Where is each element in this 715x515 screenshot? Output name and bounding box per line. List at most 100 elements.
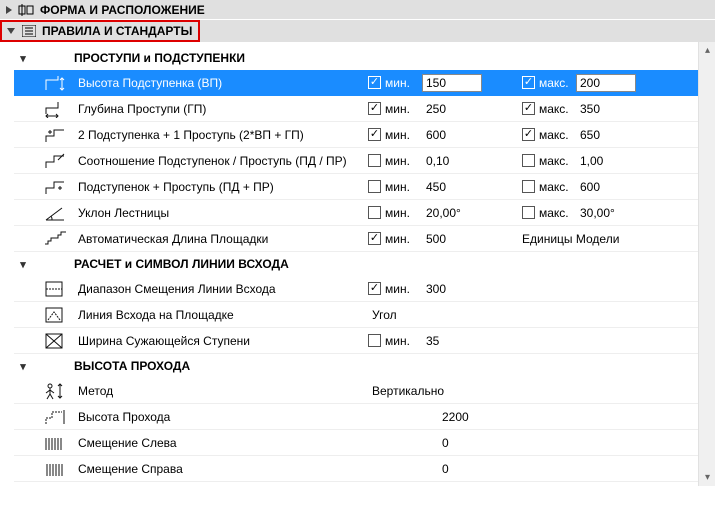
chevron-down-icon (6, 26, 16, 36)
group-title: ПРОСТУПИ и ПОДСТУПЕНКИ (74, 51, 245, 65)
max-label: макс. (539, 102, 569, 116)
max-label: макс. (539, 128, 569, 142)
row-method[interactable]: Метод Вертикально (14, 378, 705, 404)
row-r-plus-g[interactable]: Подступенок + Проступь (ПД + ПР) мин. 45… (14, 174, 705, 200)
row-headroom-height[interactable]: Высота Прохода 2200 (14, 404, 705, 430)
row-2r-plus-g[interactable]: 2 Подступенка + 1 Проступь (2*ВП + ГП) м… (14, 122, 705, 148)
method-icon (42, 381, 70, 401)
row-tread-depth[interactable]: Глубина Проступи (ГП) мин. 250 макс. 350 (14, 96, 705, 122)
row-value: Угол (368, 308, 498, 322)
chevron-down-icon: ▾ (14, 258, 32, 271)
formula2-icon (42, 177, 70, 197)
section-title: ФОРМА И РАСПОЛОЖЕНИЕ (40, 3, 205, 17)
min-checkbox[interactable] (368, 282, 381, 295)
row-winder-width[interactable]: Ширина Сужающейся Ступени мин. 35 (14, 328, 705, 354)
scrollbar[interactable]: ▴ ▾ (698, 42, 715, 486)
min-checkbox[interactable] (368, 206, 381, 219)
walking-icon (42, 279, 70, 299)
min-checkbox[interactable] (368, 102, 381, 115)
row-riser-height[interactable]: Высота Подступенка (ВП) мин. макс. (14, 70, 705, 96)
walking2-icon (42, 305, 70, 325)
min-label: мин. (385, 334, 410, 348)
list-icon (20, 24, 38, 38)
min-value: 20,00° (422, 206, 502, 220)
max-value: 600 (576, 180, 656, 194)
min-input[interactable] (422, 74, 482, 92)
row-label: Высота Прохода (78, 410, 368, 424)
row-value: 0 (422, 462, 502, 476)
group-title: РАСЧЕТ и СИМВОЛ ЛИНИИ ВСХОДА (74, 257, 289, 271)
row-label: Линия Всхода на Площадке (78, 308, 368, 322)
max-checkbox[interactable] (522, 102, 535, 115)
min-value: 0,10 (422, 154, 502, 168)
row-label: Автоматическая Длина Площадки (78, 232, 368, 246)
row-auto-landing[interactable]: Автоматическая Длина Площадки мин. 500 Е… (14, 226, 705, 252)
row-label: Ширина Сужающейся Ступени (78, 334, 368, 348)
min-checkbox[interactable] (368, 232, 381, 245)
scroll-up-icon[interactable]: ▴ (699, 42, 715, 59)
min-label: мин. (385, 282, 410, 296)
row-label: Смещение Слева (78, 436, 368, 450)
chevron-down-icon: ▾ (14, 52, 32, 65)
max-input[interactable] (576, 74, 636, 92)
max-checkbox[interactable] (522, 76, 535, 89)
min-value: 450 (422, 180, 502, 194)
section-rules-standards[interactable]: ПРАВИЛА И СТАНДАРТЫ (0, 20, 200, 42)
max-checkbox[interactable] (522, 180, 535, 193)
row-stair-slope[interactable]: Уклон Лестницы мин. 20,00° макс. 30,00° (14, 200, 705, 226)
group-steps[interactable]: ▾ ПРОСТУПИ и ПОДСТУПЕНКИ (14, 46, 705, 70)
row-ratio[interactable]: Соотношение Подступенок / Проступь (ПД /… (14, 148, 705, 174)
row-label: Уклон Лестницы (78, 206, 368, 220)
min-checkbox[interactable] (368, 76, 381, 89)
group-walking-line[interactable]: ▾ РАСЧЕТ и СИМВОЛ ЛИНИИ ВСХОДА (14, 252, 705, 276)
row-left-offset[interactable]: Смещение Слева 0 (14, 430, 705, 456)
min-label: мин. (385, 128, 410, 142)
group-title: ВЫСОТА ПРОХОДА (74, 359, 190, 373)
group-headroom[interactable]: ▾ ВЫСОТА ПРОХОДА (14, 354, 705, 378)
min-label: мин. (385, 76, 410, 90)
chevron-down-icon: ▾ (14, 360, 32, 373)
min-checkbox[interactable] (368, 154, 381, 167)
section-shape-layout[interactable]: ФОРМА И РАСПОЛОЖЕНИЕ (0, 0, 715, 20)
units-label: Единицы Модели (522, 232, 619, 246)
section-title: ПРАВИЛА И СТАНДАРТЫ (42, 24, 192, 38)
max-checkbox[interactable] (522, 154, 535, 167)
max-checkbox[interactable] (522, 206, 535, 219)
min-label: мин. (385, 232, 410, 246)
chevron-right-icon (4, 5, 14, 15)
riser-icon (42, 73, 70, 93)
min-label: мин. (385, 206, 410, 220)
scroll-down-icon[interactable]: ▾ (699, 469, 715, 486)
height-icon (42, 407, 70, 427)
min-label: мин. (385, 154, 410, 168)
min-label: мин. (385, 180, 410, 194)
slope-icon (42, 203, 70, 223)
max-value: 1,00 (576, 154, 656, 168)
max-value: 650 (576, 128, 656, 142)
ratio-icon (42, 151, 70, 171)
max-label: макс. (539, 76, 569, 90)
row-value: 2200 (422, 410, 502, 424)
row-label: Метод (78, 384, 368, 398)
max-label: макс. (539, 206, 569, 220)
max-value: 30,00° (576, 206, 656, 220)
tread-icon (42, 99, 70, 119)
row-value: 0 (422, 436, 502, 450)
row-value: Вертикально (368, 384, 498, 398)
row-label: Высота Подступенка (ВП) (78, 76, 368, 90)
min-checkbox[interactable] (368, 334, 381, 347)
min-value: 250 (422, 102, 502, 116)
max-value: 350 (576, 102, 656, 116)
rules-content: ▴ ▾ ▾ ПРОСТУПИ и ПОДСТУПЕНКИ Высота Подс… (0, 42, 715, 486)
max-label: макс. (539, 180, 569, 194)
winder-icon (42, 331, 70, 351)
min-checkbox[interactable] (368, 128, 381, 141)
max-label: макс. (539, 154, 569, 168)
settings-panel: ФОРМА И РАСПОЛОЖЕНИЕ ПРАВИЛА И СТАНДАРТЫ… (0, 0, 715, 486)
min-label: мин. (385, 102, 410, 116)
row-walking-offset[interactable]: Диапазон Смещения Линии Всхода мин. 300 (14, 276, 705, 302)
row-right-offset[interactable]: Смещение Справа 0 (14, 456, 705, 482)
max-checkbox[interactable] (522, 128, 535, 141)
min-checkbox[interactable] (368, 180, 381, 193)
row-walking-landing[interactable]: Линия Всхода на Площадке Угол (14, 302, 705, 328)
